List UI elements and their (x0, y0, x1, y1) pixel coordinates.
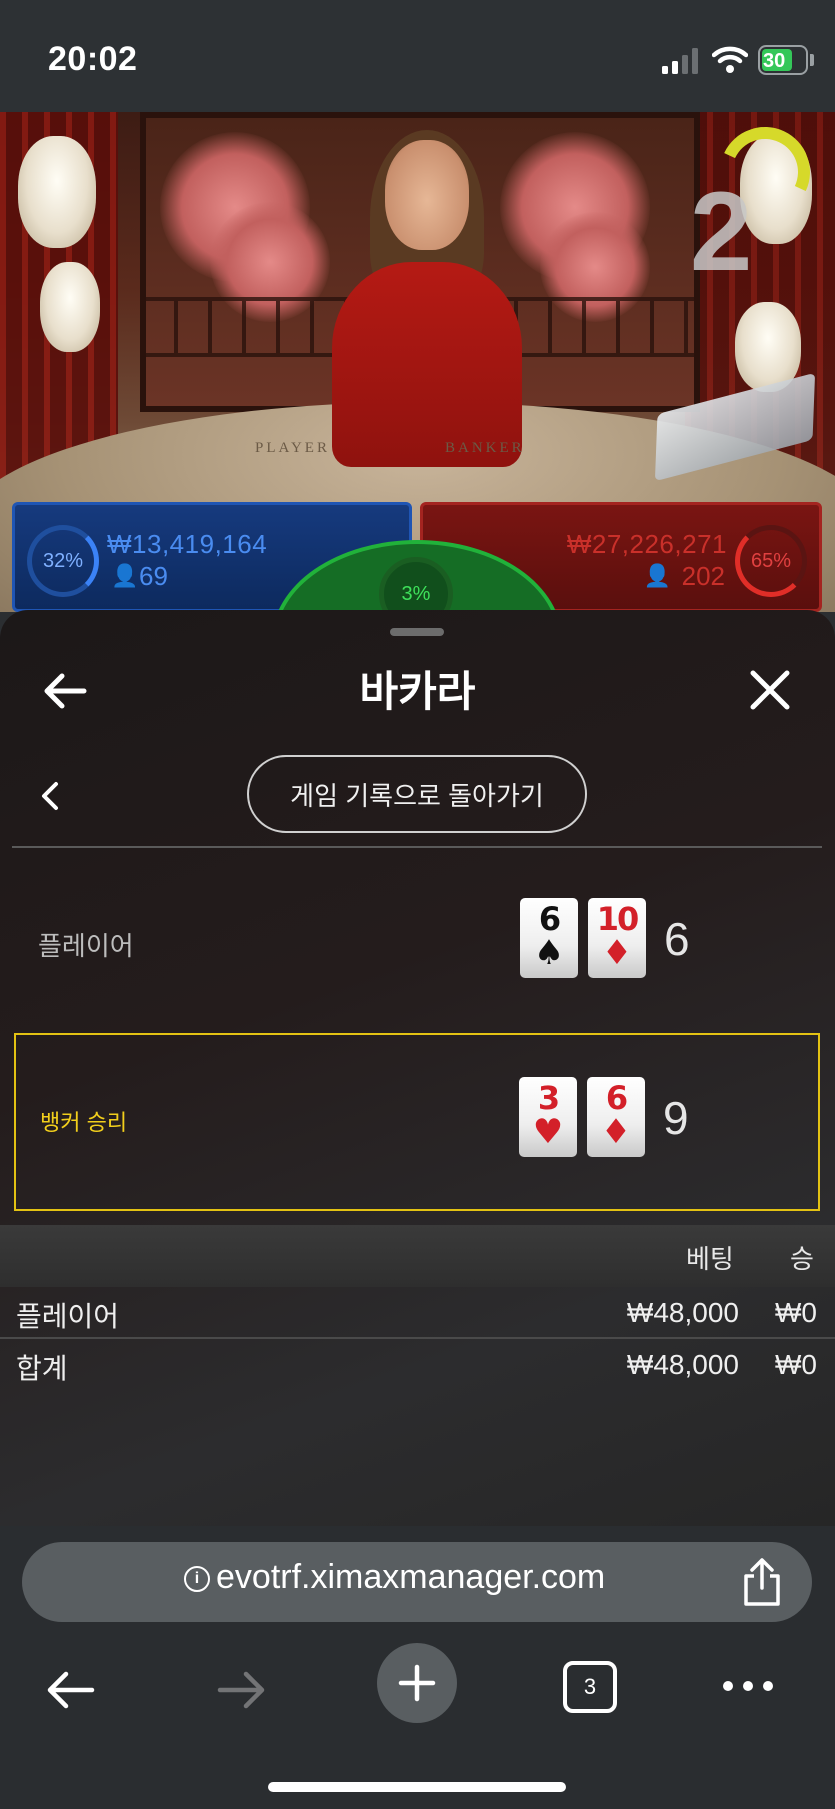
divider (12, 846, 822, 848)
chevron-left-icon[interactable] (36, 776, 64, 816)
tabs-button[interactable]: 3 (563, 1661, 617, 1713)
battery-level: 30 (763, 50, 786, 72)
lantern-icon (40, 262, 100, 352)
banker-percent-ring: 65% (735, 525, 807, 597)
card-rank: 6 (538, 900, 561, 938)
home-indicator[interactable] (268, 1782, 566, 1792)
info-icon[interactable]: i (184, 1566, 210, 1592)
table-row-total: 합계 ₩48,000 ₩0 (0, 1339, 835, 1391)
tab-count: 3 (583, 1674, 597, 1699)
player-bettor-count: 69 (139, 561, 168, 591)
win-amount: ₩0 (775, 1297, 817, 1328)
plus-icon (398, 1664, 436, 1702)
win-amount: ₩0 (775, 1349, 817, 1380)
banker-hand-row: 뱅커 승리 3 ♥ 6 ♦ 9 (14, 1033, 820, 1211)
url-text[interactable]: evotrf.ximaxmanager.com (216, 1558, 605, 1597)
share-icon[interactable] (738, 1556, 786, 1608)
card-rank: 6 (605, 1079, 628, 1117)
card-suit: ♥ (532, 1112, 564, 1152)
playing-card: 10 ♦ (588, 898, 646, 978)
player-hand-label: 플레이어 (38, 931, 134, 961)
card-rank: 10 (596, 900, 640, 938)
close-icon[interactable] (748, 668, 792, 712)
cellular-signal-icon (662, 48, 698, 74)
banker-bettor-count: 202 (681, 561, 725, 591)
banker-win-label: 뱅커 승리 (40, 1110, 128, 1135)
round-details-sheet: 바카라 게임 기록으로 돌아가기 플레이어 6 ♠ 10 ♦ 6 뱅커 승리 3… (0, 610, 835, 1530)
browser-forward-icon[interactable] (216, 1668, 268, 1712)
tie-percent: 3% (401, 582, 431, 605)
more-icon[interactable] (720, 1676, 776, 1696)
dealer (385, 140, 469, 250)
card-rank: 3 (537, 1079, 560, 1117)
player-percent: 32% (42, 549, 84, 572)
playing-card: 3 ♥ (519, 1077, 577, 1157)
browser-back-icon[interactable] (44, 1668, 96, 1712)
bet-name: 합계 (16, 1353, 68, 1384)
player-hand-row: 플레이어 6 ♠ 10 ♦ 6 (14, 860, 820, 1010)
card-suit: ♠ (533, 933, 565, 973)
sheet-grabber[interactable] (390, 628, 444, 636)
user-icon: 👤 (111, 563, 139, 588)
player-hand-total: 6 (664, 913, 690, 965)
address-bar[interactable]: i evotrf.ximaxmanager.com (22, 1542, 812, 1622)
player-percent-ring: 32% (27, 525, 99, 597)
bet-amount: ₩48,000 (626, 1349, 739, 1380)
countdown-timer: 2 (690, 169, 753, 294)
user-icon: 👤 (643, 563, 671, 588)
bet-name: 플레이어 (16, 1301, 120, 1332)
status-bar: 20:02 30 (0, 0, 835, 112)
table-label-banker: BANKER (445, 440, 525, 456)
lantern-icon (18, 136, 96, 248)
battery-icon: 30 (758, 45, 808, 75)
column-header-bet: 베팅 (686, 1244, 734, 1274)
column-header-win: 승 (790, 1244, 814, 1274)
back-to-history-button[interactable]: 게임 기록으로 돌아가기 (247, 755, 587, 833)
table-label-player: PLAYER (255, 440, 330, 456)
table-row: 플레이어 ₩48,000 ₩0 (0, 1287, 835, 1339)
card-suit: ♦ (601, 933, 633, 973)
card-suit: ♦ (600, 1112, 632, 1152)
banker-hand-total: 9 (663, 1092, 689, 1144)
new-tab-button[interactable] (377, 1643, 457, 1723)
banker-bet-amount: ₩27,226,271 (566, 529, 727, 559)
status-time: 20:02 (48, 40, 138, 78)
playing-card: 6 ♦ (587, 1077, 645, 1157)
sheet-title: 바카라 (359, 668, 476, 715)
player-bet-amount: ₩13,419,164 (107, 529, 268, 559)
bet-amount: ₩48,000 (626, 1297, 739, 1328)
wifi-icon (712, 46, 748, 73)
bets-table-header: 베팅 승 (0, 1225, 835, 1287)
banker-percent: 65% (750, 549, 792, 572)
browser-toolbar: i evotrf.ximaxmanager.com 3 (0, 1526, 835, 1809)
screen: 20:02 30 2 PLAYER BANKER 32% ₩13,419,164… (0, 0, 835, 1809)
playing-card: 6 ♠ (520, 898, 578, 978)
